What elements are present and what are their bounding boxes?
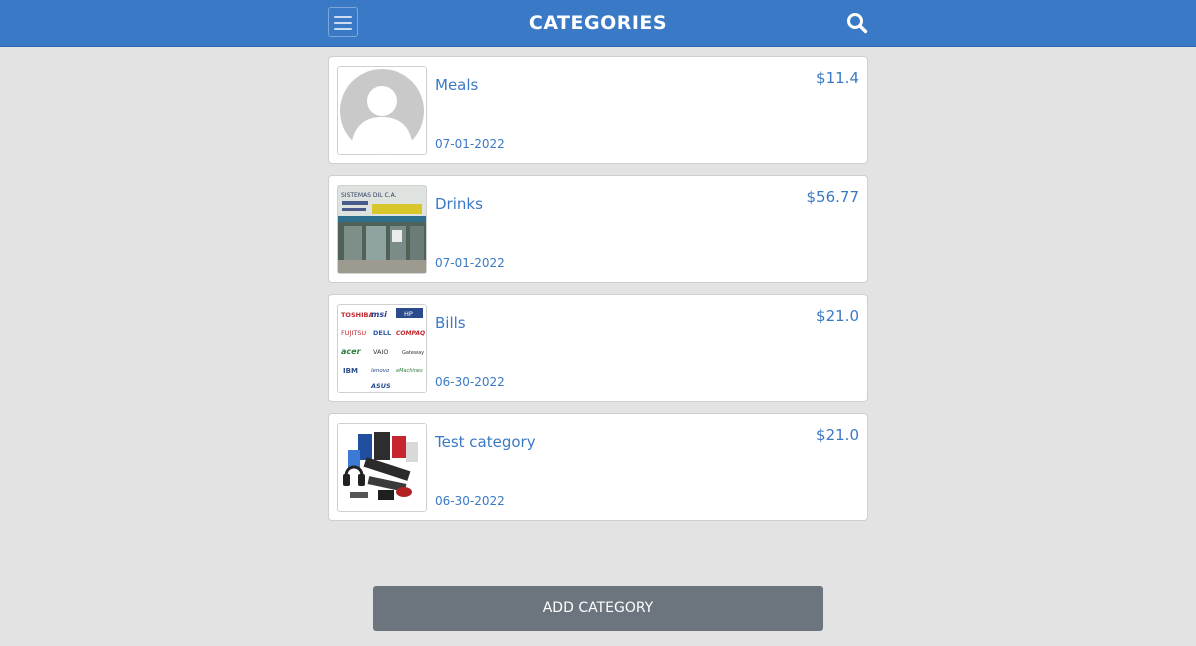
category-name: Drinks: [435, 195, 483, 213]
svg-text:COMPAQ: COMPAQ: [396, 330, 425, 337]
category-date: 07-01-2022: [435, 137, 505, 151]
category-amount: $11.4: [816, 69, 859, 87]
svg-text:ASUS: ASUS: [370, 382, 391, 390]
svg-text:SISTEMAS DIL C.A.: SISTEMAS DIL C.A.: [341, 192, 397, 199]
svg-text:VAIO: VAIO: [373, 348, 389, 356]
category-thumbnail: TOSHIBA msi HP FUJITSU DELL COMPAQ acer …: [337, 304, 427, 393]
svg-text:eMachines: eMachines: [396, 368, 423, 374]
svg-text:HP: HP: [404, 310, 413, 318]
category-list: Meals 07-01-2022 $11.4 SISTEMAS DIL C.A.: [328, 56, 868, 532]
category-date: 07-01-2022: [435, 256, 505, 270]
category-date: 06-30-2022: [435, 375, 505, 389]
category-thumbnail: [337, 66, 427, 155]
svg-text:FUJITSU: FUJITSU: [341, 329, 366, 337]
category-name: Test category: [435, 433, 536, 451]
svg-text:TOSHIBA: TOSHIBA: [341, 311, 373, 319]
category-date: 06-30-2022: [435, 494, 505, 508]
category-card-drinks[interactable]: SISTEMAS DIL C.A. Drinks 07-01-2022 $56.…: [328, 175, 868, 283]
svg-text:DELL: DELL: [373, 329, 391, 337]
page-title: CATEGORIES: [528, 12, 668, 34]
category-amount: $56.77: [806, 188, 860, 206]
search-icon[interactable]: [846, 12, 868, 34]
category-card-test-category[interactable]: Test category 06-30-2022 $21.0: [328, 413, 868, 521]
category-name: Meals: [435, 76, 479, 94]
category-card-meals[interactable]: Meals 07-01-2022 $11.4: [328, 56, 868, 164]
category-card-bills[interactable]: TOSHIBA msi HP FUJITSU DELL COMPAQ acer …: [328, 294, 868, 402]
add-category-button[interactable]: ADD CATEGORY: [373, 586, 823, 631]
category-thumbnail: [337, 423, 427, 512]
svg-text:acer: acer: [341, 347, 362, 356]
hamburger-menu-icon[interactable]: [328, 7, 358, 37]
svg-text:Gateway: Gateway: [402, 350, 424, 356]
category-amount: $21.0: [816, 307, 859, 325]
top-navbar: CATEGORIES: [0, 0, 1196, 47]
svg-text:msi: msi: [371, 310, 387, 319]
svg-text:lenovo: lenovo: [371, 368, 390, 374]
category-name: Bills: [435, 314, 466, 332]
svg-text:IBM: IBM: [343, 367, 358, 375]
category-thumbnail: SISTEMAS DIL C.A.: [337, 185, 427, 274]
category-amount: $21.0: [816, 426, 859, 444]
